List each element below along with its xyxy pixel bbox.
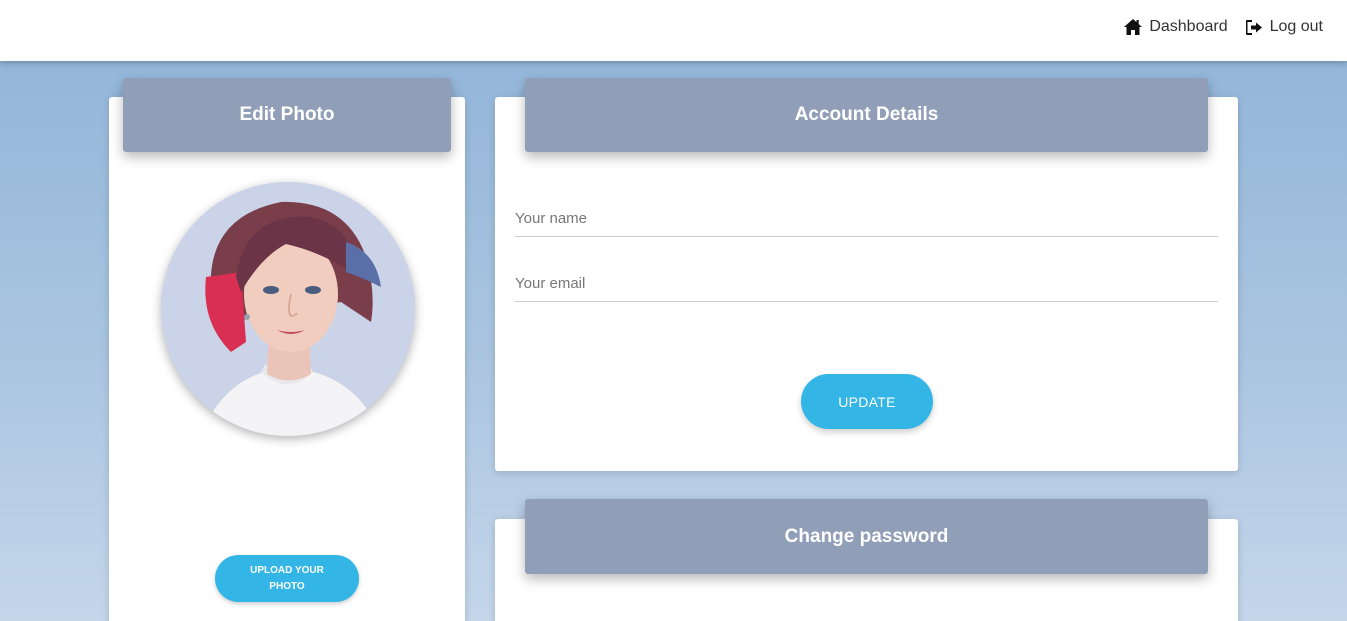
profile-avatar (161, 182, 415, 436)
update-button[interactable]: UPDATE (801, 374, 933, 429)
change-password-header: Change password (525, 499, 1208, 574)
logout-link[interactable]: Log out (1245, 18, 1323, 36)
change-password-title: Change password (784, 525, 949, 547)
account-details-header: Account Details (525, 78, 1208, 152)
dashboard-label: Dashboard (1149, 18, 1228, 35)
logout-label: Log out (1269, 18, 1323, 35)
nav-links: Dashboard Log out (1124, 18, 1323, 36)
edit-photo-title: Edit Photo (239, 104, 335, 125)
upload-photo-button[interactable]: UPLOAD YOUR PHOTO (215, 555, 359, 602)
avatar-portrait-image (161, 182, 415, 436)
account-details-title: Account Details (794, 104, 939, 125)
name-input[interactable] (515, 201, 1218, 237)
email-input[interactable] (515, 266, 1218, 302)
edit-photo-header: Edit Photo (123, 78, 451, 152)
sign-out-icon (1245, 19, 1262, 35)
home-icon (1124, 19, 1143, 35)
dashboard-link[interactable]: Dashboard (1124, 18, 1228, 36)
top-navbar: Dashboard Log out (0, 0, 1347, 61)
upload-photo-label: UPLOAD YOUR PHOTO (250, 564, 324, 592)
